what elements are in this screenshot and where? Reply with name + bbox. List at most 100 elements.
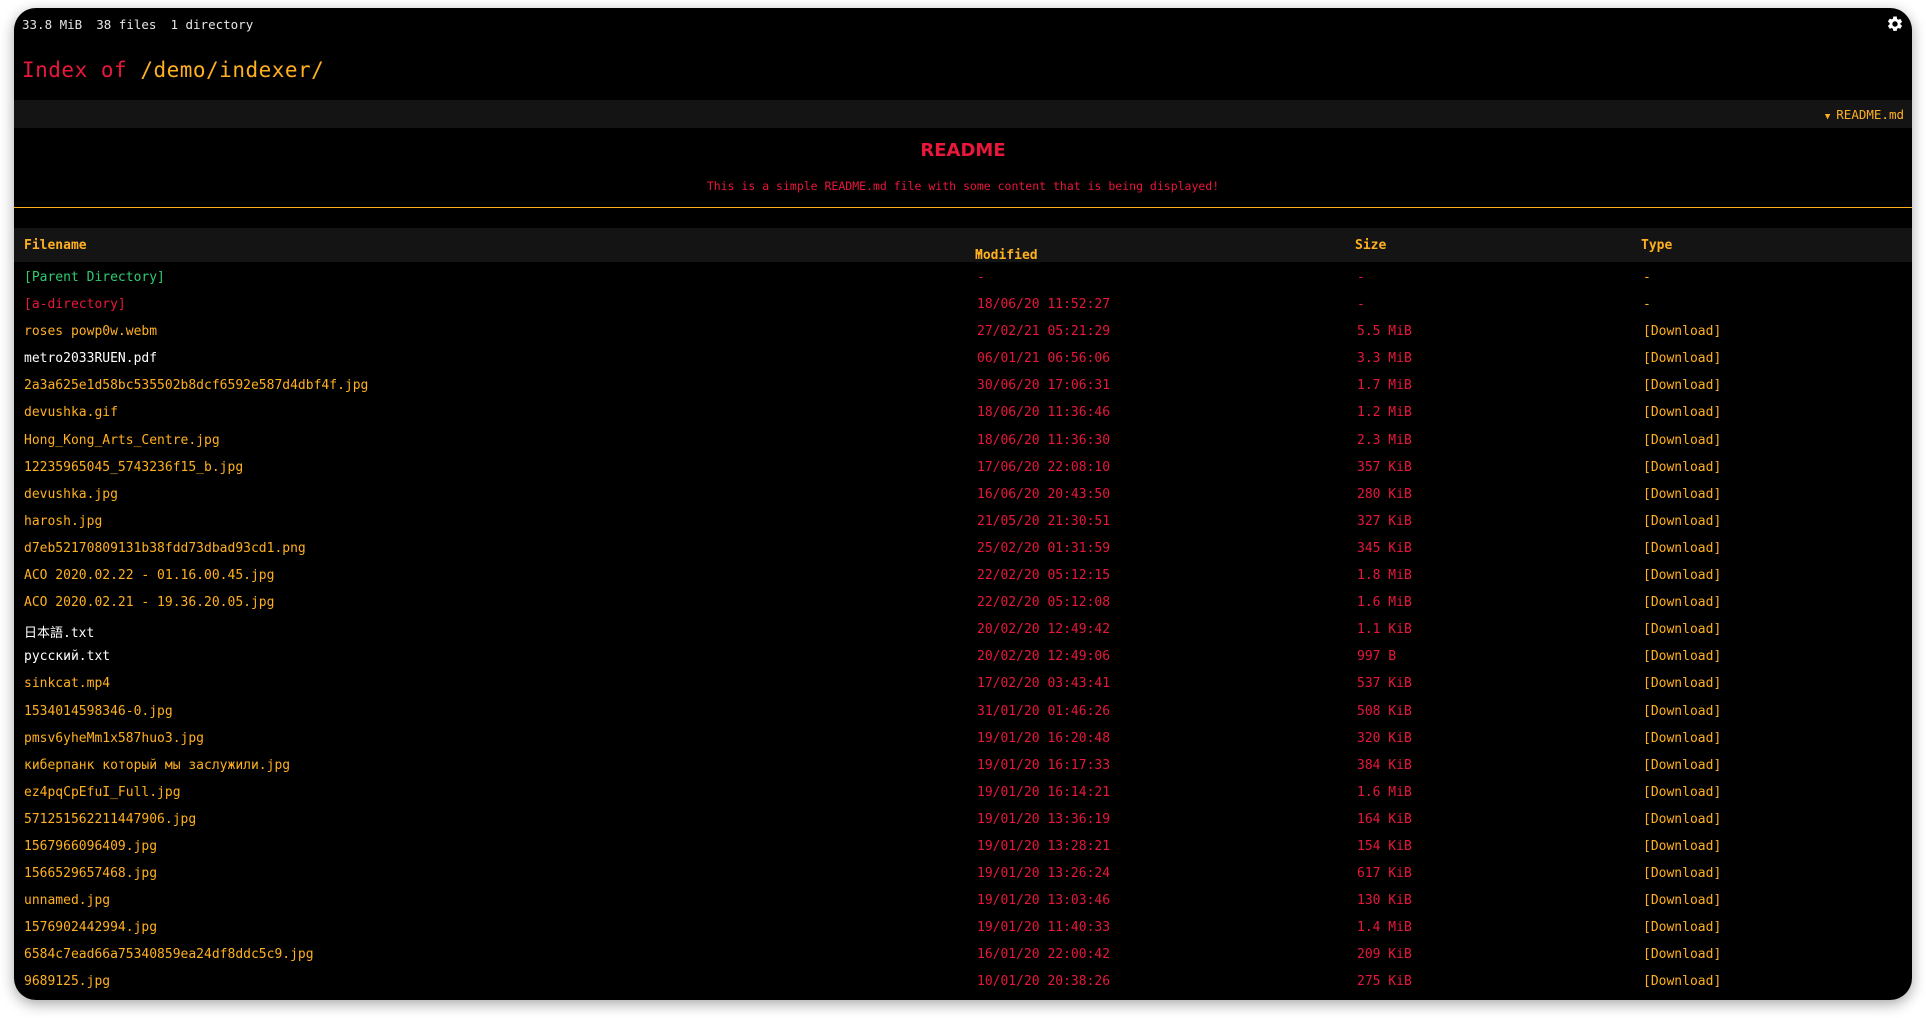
file-table-body: [Parent Directory] - - - [a-directory] 18/06/… <box>14 264 1912 996</box>
download-link[interactable]: [Download] <box>1643 595 1721 610</box>
modified-cell: 31/01/20 01:46:26 <box>977 703 1111 719</box>
column-header-type[interactable]: Type <box>1641 238 1672 253</box>
download-link[interactable]: [Download] <box>1643 866 1721 881</box>
file-link[interactable]: 571251562211447906.jpg <box>24 812 196 827</box>
modified-cell: 20/02/20 12:49:42 <box>977 622 1111 638</box>
size-cell: 617 KiB <box>1357 866 1412 882</box>
download-link[interactable]: [Download] <box>1643 785 1721 800</box>
file-link[interactable]: 6584c7ead66a75340859ea24df8ddc5c9.jpg <box>24 947 314 962</box>
download-link[interactable]: [Download] <box>1643 649 1721 664</box>
parent-directory-link[interactable]: [Parent Directory] <box>24 270 165 285</box>
file-link[interactable]: русский.txt <box>24 649 110 664</box>
file-link[interactable]: 9689125.jpg <box>24 974 110 989</box>
table-row: ACO 2020.02.21 - 19.36.20.05.jpg 22/02/20… <box>14 589 1912 616</box>
table-row: русский.txt 20/02/20 12:49:06 997 B [Downlo… <box>14 643 1912 670</box>
table-row: 日本語.txt 20/02/20 12:49:42 1.1 KiB [Download… <box>14 616 1912 643</box>
file-link[interactable]: 1534014598346-0.jpg <box>24 704 173 719</box>
modified-cell: 18/06/20 11:52:27 <box>977 297 1111 313</box>
table-row: sinkcat.mp4 17/02/20 03:43:41 537 KiB [Down… <box>14 670 1912 697</box>
table-row: devushka.gif 18/06/20 11:36:46 1.2 MiB [Dow… <box>14 399 1912 426</box>
modified-cell: 19/01/20 16:14:21 <box>977 784 1111 800</box>
file-link[interactable]: ACO 2020.02.21 - 19.36.20.05.jpg <box>24 595 274 610</box>
table-row: 2a3a625e1d58bc535502b8dcf6592e587d4dbf4f… <box>14 372 1912 399</box>
download-link[interactable]: [Download] <box>1643 378 1721 393</box>
download-link[interactable]: [Download] <box>1643 974 1721 989</box>
table-row: roses powp0w.webm 27/02/21 05:21:29 5.5 Mi… <box>14 318 1912 345</box>
download-link[interactable]: [Download] <box>1643 460 1721 475</box>
table-row: 1576902442994.jpg 19/01/20 11:40:33 1.4 Mi… <box>14 914 1912 941</box>
file-link[interactable]: unnamed.jpg <box>24 893 110 908</box>
table-row: unnamed.jpg 19/01/20 13:03:46 130 KiB [Down… <box>14 887 1912 914</box>
file-link[interactable]: 1567966096409.jpg <box>24 839 157 854</box>
size-cell: 1.1 KiB <box>1357 622 1412 638</box>
column-header-filename[interactable]: Filename <box>24 238 87 253</box>
file-count: 38 files <box>96 16 157 32</box>
download-link[interactable]: [Download] <box>1643 405 1721 420</box>
file-link[interactable]: d7eb52170809131b38fdd73dbad93cd1.png <box>24 541 306 556</box>
table-row: 1567966096409.jpg 19/01/20 13:28:21 154 Ki… <box>14 833 1912 860</box>
file-link[interactable]: pmsv6yheMm1x587huo3.jpg <box>24 731 204 746</box>
file-link[interactable]: киберпанк который мы заслужили.jpg <box>24 758 290 773</box>
download-link[interactable]: [Download] <box>1643 731 1721 746</box>
download-link[interactable]: [Download] <box>1643 839 1721 854</box>
title-prefix: Index of <box>22 58 128 82</box>
download-link[interactable]: [Download] <box>1643 947 1721 962</box>
readme-text: This is a simple README.md file with som… <box>706 179 1220 193</box>
download-link[interactable]: [Download] <box>1643 514 1721 529</box>
file-link[interactable]: sinkcat.mp4 <box>24 676 110 691</box>
directory-link[interactable]: [a-directory] <box>24 297 126 312</box>
file-link[interactable]: 1566529657468.jpg <box>24 866 157 881</box>
size-cell: 345 KiB <box>1357 540 1412 556</box>
file-link[interactable]: ACO 2020.02.22 - 01.16.00.45.jpg <box>24 568 274 583</box>
modified-cell: 19/01/20 16:17:33 <box>977 757 1111 773</box>
download-link[interactable]: [Download] <box>1643 351 1721 366</box>
size-cell: 164 KiB <box>1357 811 1412 827</box>
modified-cell: 19/01/20 13:03:46 <box>977 893 1111 909</box>
table-row: metro2033RUEN.pdf 06/01/21 06:56:06 3.3 Mi… <box>14 345 1912 372</box>
readme-divider <box>14 207 1912 208</box>
file-link[interactable]: devushka.jpg <box>24 487 118 502</box>
download-link[interactable]: [Download] <box>1643 676 1721 691</box>
size-cell: 997 B <box>1357 649 1397 665</box>
file-link[interactable]: devushka.gif <box>24 405 118 420</box>
table-row: pmsv6yheMm1x587huo3.jpg 19/01/20 16:20:48… <box>14 725 1912 752</box>
type-cell: - <box>1643 297 1651 313</box>
size-cell: 384 KiB <box>1357 757 1412 773</box>
file-link[interactable]: metro2033RUEN.pdf <box>24 351 157 366</box>
modified-cell: 19/01/20 13:36:19 <box>977 811 1111 827</box>
file-link[interactable]: 2a3a625e1d58bc535502b8dcf6592e587d4dbf4f… <box>24 378 368 393</box>
gear-icon[interactable] <box>1886 15 1904 33</box>
download-link[interactable]: [Download] <box>1643 704 1721 719</box>
readme-toolbar: ▼ README.md <box>14 100 1912 128</box>
stats-bar: 33.8 MiB 38 files 1 directory <box>14 8 1912 40</box>
table-row: ez4pqCpEfuI_Full.jpg 19/01/20 16:14:21 1.6… <box>14 779 1912 806</box>
download-link[interactable]: [Download] <box>1643 812 1721 827</box>
download-link[interactable]: [Download] <box>1643 324 1721 339</box>
file-link[interactable]: 1576902442994.jpg <box>24 920 157 935</box>
download-link[interactable]: [Download] <box>1643 541 1721 556</box>
download-link[interactable]: [Download] <box>1643 487 1721 502</box>
file-link[interactable]: Hong_Kong_Arts_Centre.jpg <box>24 433 220 448</box>
modified-cell: 17/02/20 03:43:41 <box>977 676 1111 692</box>
download-link[interactable]: [Download] <box>1643 893 1721 908</box>
table-row: 1534014598346-0.jpg 31/01/20 01:46:26 508 … <box>14 698 1912 725</box>
file-link[interactable]: harosh.jpg <box>24 514 102 529</box>
file-link[interactable]: 日本語.txt <box>24 622 94 641</box>
column-header-modified-label: Modified <box>975 248 1038 263</box>
directory-count: 1 directory <box>170 16 254 32</box>
readme-toggle[interactable]: ▼ README.md <box>1825 107 1904 122</box>
size-cell: 5.5 MiB <box>1357 324 1412 340</box>
modified-cell: 21/05/20 21:30:51 <box>977 513 1111 529</box>
table-row: 12235965045_5743236f15_b.jpg 17/06/20 22:… <box>14 454 1912 481</box>
download-link[interactable]: [Download] <box>1643 433 1721 448</box>
download-link[interactable]: [Download] <box>1643 758 1721 773</box>
modified-cell: 19/01/20 11:40:33 <box>977 920 1111 936</box>
download-link[interactable]: [Download] <box>1643 568 1721 583</box>
file-link[interactable]: 12235965045_5743236f15_b.jpg <box>24 460 243 475</box>
file-link[interactable]: ez4pqCpEfuI_Full.jpg <box>24 785 181 800</box>
file-link[interactable]: roses powp0w.webm <box>24 324 157 339</box>
download-link[interactable]: [Download] <box>1643 920 1721 935</box>
size-cell: 209 KiB <box>1357 947 1412 963</box>
download-link[interactable]: [Download] <box>1643 622 1721 637</box>
column-header-size[interactable]: Size <box>1355 238 1386 253</box>
